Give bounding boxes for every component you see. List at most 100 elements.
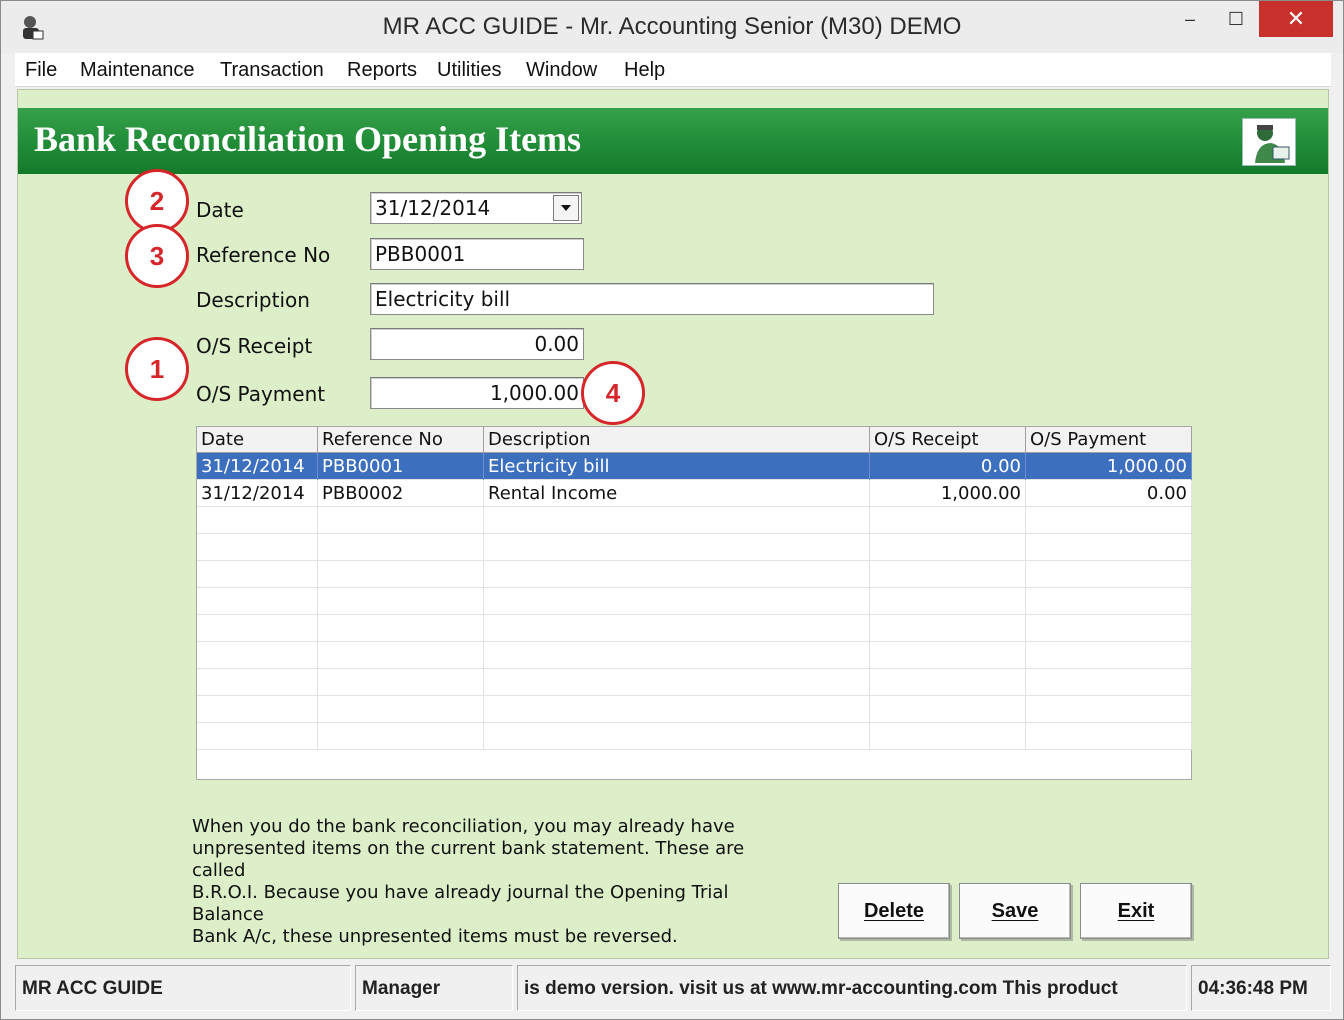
empty-row[interactable] bbox=[197, 696, 1192, 723]
menu-help[interactable]: Help bbox=[624, 59, 665, 82]
status-bar: MR ACC GUIDE Manager is demo version. vi… bbox=[15, 963, 1331, 1013]
info-note: When you do the bank reconciliation, you… bbox=[192, 816, 772, 948]
window-title: MR ACC GUIDE - Mr. Accounting Senior (M3… bbox=[382, 13, 962, 40]
exit-button[interactable]: Exit bbox=[1080, 883, 1192, 939]
cell-os-receipt: 0.00 bbox=[870, 453, 1026, 480]
empty-cell bbox=[318, 561, 484, 588]
menu-file[interactable]: File bbox=[25, 59, 57, 82]
empty-cell bbox=[197, 534, 318, 561]
description-label: Description bbox=[196, 288, 310, 312]
empty-cell bbox=[1026, 507, 1192, 534]
empty-cell bbox=[197, 642, 318, 669]
empty-cell bbox=[870, 534, 1026, 561]
table-row[interactable]: 31/12/2014 PBB0001 Electricity bill 0.00… bbox=[197, 453, 1192, 480]
reference-label: Reference No bbox=[196, 243, 331, 267]
empty-cell bbox=[318, 642, 484, 669]
status-app: MR ACC GUIDE bbox=[15, 965, 351, 1011]
empty-cell bbox=[870, 723, 1026, 750]
date-field[interactable]: 31/12/2014 bbox=[370, 192, 582, 224]
empty-row[interactable] bbox=[197, 507, 1192, 534]
empty-cell bbox=[1026, 696, 1192, 723]
empty-cell bbox=[484, 534, 870, 561]
empty-cell bbox=[1026, 615, 1192, 642]
title-bar: MR ACC GUIDE - Mr. Accounting Senior (M3… bbox=[1, 1, 1343, 53]
annotation-badge-3: 3 bbox=[125, 224, 189, 288]
description-field[interactable]: Electricity bill bbox=[370, 283, 934, 315]
cell-reference: PBB0002 bbox=[318, 480, 484, 507]
reference-field[interactable]: PBB0001 bbox=[370, 238, 584, 270]
accountant-logo-icon bbox=[1242, 118, 1296, 166]
empty-cell bbox=[484, 669, 870, 696]
os-payment-field[interactable]: 1,000.00 bbox=[370, 377, 584, 409]
empty-cell bbox=[197, 696, 318, 723]
empty-row[interactable] bbox=[197, 615, 1192, 642]
note-line: Bank A/c, these unpresented items must b… bbox=[192, 926, 678, 947]
grid-header: Date Reference No Description O/S Receip… bbox=[197, 427, 1192, 453]
empty-cell bbox=[318, 696, 484, 723]
cell-description: Rental Income bbox=[484, 480, 870, 507]
empty-cell bbox=[870, 561, 1026, 588]
os-payment-label: O/S Payment bbox=[196, 382, 326, 406]
column-header-reference[interactable]: Reference No bbox=[318, 427, 484, 453]
cell-os-receipt: 1,000.00 bbox=[870, 480, 1026, 507]
cell-date: 31/12/2014 bbox=[197, 480, 318, 507]
empty-cell bbox=[197, 588, 318, 615]
empty-cell bbox=[197, 615, 318, 642]
cell-reference: PBB0001 bbox=[318, 453, 484, 480]
menu-window[interactable]: Window bbox=[526, 59, 597, 82]
empty-cell bbox=[1026, 534, 1192, 561]
cell-os-payment: 0.00 bbox=[1026, 480, 1192, 507]
empty-row[interactable] bbox=[197, 723, 1192, 750]
column-header-description[interactable]: Description bbox=[484, 427, 870, 453]
menu-transaction[interactable]: Transaction bbox=[220, 59, 324, 82]
menu-bar: File Maintenance Transaction Reports Uti… bbox=[15, 53, 1331, 87]
empty-row[interactable] bbox=[197, 588, 1192, 615]
column-header-date[interactable]: Date bbox=[197, 427, 318, 453]
empty-cell bbox=[318, 507, 484, 534]
empty-cell bbox=[870, 642, 1026, 669]
empty-cell bbox=[484, 561, 870, 588]
empty-cell bbox=[197, 669, 318, 696]
app-window: MR ACC GUIDE - Mr. Accounting Senior (M3… bbox=[0, 0, 1344, 1020]
empty-cell bbox=[318, 534, 484, 561]
items-grid[interactable]: Date Reference No Description O/S Receip… bbox=[196, 426, 1192, 780]
os-receipt-label: O/S Receipt bbox=[196, 334, 313, 358]
note-line: When you do the bank reconciliation, you… bbox=[192, 816, 735, 837]
empty-cell bbox=[318, 615, 484, 642]
empty-cell bbox=[197, 561, 318, 588]
note-line: B.R.O.I. Because you have already journa… bbox=[192, 882, 729, 925]
empty-cell bbox=[197, 723, 318, 750]
save-button[interactable]: Save bbox=[959, 883, 1071, 939]
cell-date: 31/12/2014 bbox=[197, 453, 318, 480]
empty-cell bbox=[197, 507, 318, 534]
minimize-button[interactable]: – bbox=[1167, 1, 1213, 37]
annotation-badge-1: 1 bbox=[125, 337, 189, 401]
empty-row[interactable] bbox=[197, 669, 1192, 696]
empty-row[interactable] bbox=[197, 561, 1192, 588]
empty-cell bbox=[484, 642, 870, 669]
table-row[interactable]: 31/12/2014 PBB0002 Rental Income 1,000.0… bbox=[197, 480, 1192, 507]
annotation-badge-4: 4 bbox=[581, 361, 645, 425]
empty-cell bbox=[484, 696, 870, 723]
empty-cell bbox=[1026, 561, 1192, 588]
empty-cell bbox=[484, 615, 870, 642]
dropdown-arrow-icon[interactable] bbox=[553, 195, 579, 221]
os-receipt-field[interactable]: 0.00 bbox=[370, 328, 584, 360]
delete-button[interactable]: Delete bbox=[838, 883, 950, 939]
date-value: 31/12/2014 bbox=[375, 196, 491, 220]
menu-utilities[interactable]: Utilities bbox=[437, 59, 501, 82]
close-button[interactable]: ✕ bbox=[1259, 1, 1333, 37]
cell-description: Electricity bill bbox=[484, 453, 870, 480]
column-header-os-receipt[interactable]: O/S Receipt bbox=[870, 427, 1026, 453]
empty-cell bbox=[870, 696, 1026, 723]
menu-reports[interactable]: Reports bbox=[347, 59, 417, 82]
note-line: unpresented items on the current bank st… bbox=[192, 838, 745, 881]
empty-cell bbox=[1026, 669, 1192, 696]
empty-row[interactable] bbox=[197, 642, 1192, 669]
column-header-os-payment[interactable]: O/S Payment bbox=[1026, 427, 1192, 453]
empty-cell bbox=[318, 669, 484, 696]
maximize-button[interactable]: ☐ bbox=[1213, 1, 1259, 37]
empty-row[interactable] bbox=[197, 534, 1192, 561]
menu-maintenance[interactable]: Maintenance bbox=[80, 59, 195, 82]
empty-cell bbox=[870, 669, 1026, 696]
